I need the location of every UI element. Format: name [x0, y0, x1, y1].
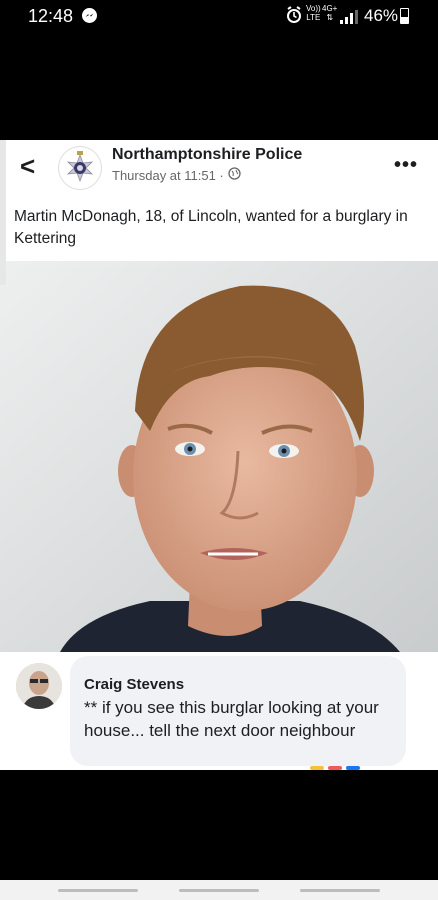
comment-bubble: Craig Stevens ** if you see this burglar…: [70, 656, 406, 766]
post-text: Martin McDonagh, 18, of Lincoln, wanted …: [14, 208, 408, 247]
reaction-like-icon: [310, 766, 324, 770]
comment-reactions[interactable]: [310, 766, 360, 770]
reaction-love-icon: [328, 766, 342, 770]
comment-text: ** if you see this burglar looking at yo…: [84, 698, 379, 740]
data-arrows-icon: ⇅: [326, 13, 334, 22]
globe-icon: [228, 167, 241, 183]
nav-back-button[interactable]: [300, 889, 380, 892]
lte-label: LTE: [306, 13, 321, 22]
commenter-avatar[interactable]: [16, 663, 62, 709]
back-chevron-icon[interactable]: <: [20, 151, 35, 182]
system-nav-bar: [0, 880, 438, 900]
page-name[interactable]: Northamptonshire Police: [112, 146, 302, 164]
network-indicator: 4G+ ⇅: [322, 4, 337, 22]
post-meta: Thursday at 11:51 ·: [112, 167, 241, 183]
police-crest-avatar[interactable]: [58, 146, 102, 190]
volte-label: Vo)): [306, 4, 321, 13]
facebook-post: < Northamptonshire Police Thursday at 11…: [0, 140, 438, 770]
more-options-icon[interactable]: •••: [394, 154, 418, 177]
battery-percentage: 46%: [364, 6, 399, 25]
signal-strength-icon: [340, 9, 358, 29]
messenger-icon: [82, 8, 97, 23]
status-bar: 12:48 Vo)) LTE 4G+ ⇅ 46%: [0, 0, 438, 32]
reaction-haha-icon: [346, 766, 360, 770]
comment-author[interactable]: Craig Stevens: [84, 676, 184, 693]
mugshot-photo[interactable]: [0, 261, 438, 652]
nav-recent-button[interactable]: [58, 889, 138, 892]
status-time: 12:48: [28, 6, 74, 26]
volte-indicator: Vo)) LTE: [306, 4, 321, 22]
battery-level-fill: [401, 16, 408, 23]
post-edge: [0, 140, 6, 285]
battery-icon: [400, 8, 409, 24]
nav-home-button[interactable]: [179, 889, 259, 892]
network-type-label: 4G+: [322, 4, 338, 13]
alarm-icon: [286, 6, 302, 29]
post-timestamp[interactable]: Thursday at 11:51 ·: [112, 168, 224, 183]
